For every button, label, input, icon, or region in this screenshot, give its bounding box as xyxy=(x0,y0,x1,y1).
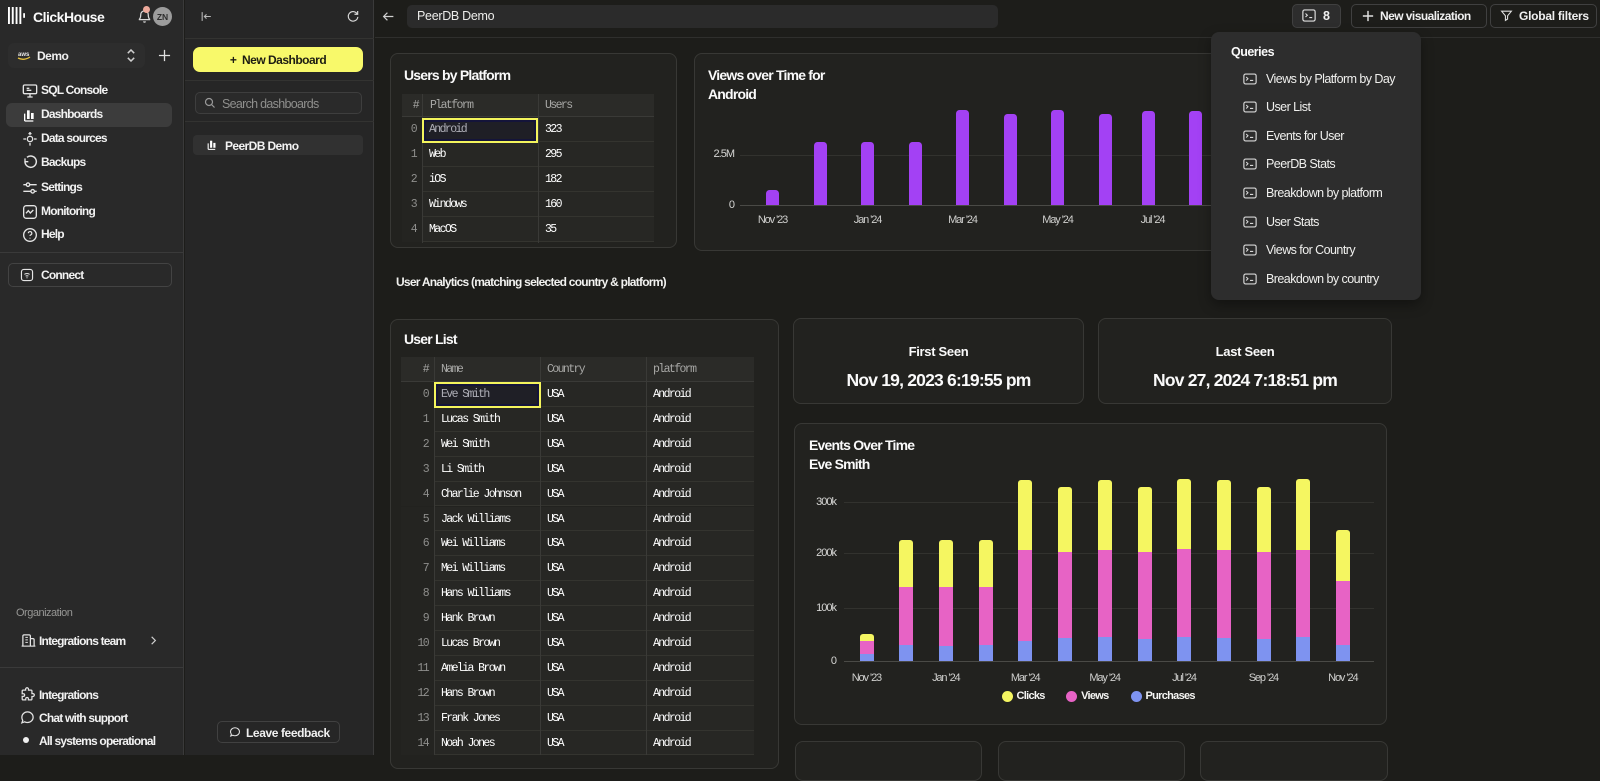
svg-text:aws: aws xyxy=(18,52,30,58)
